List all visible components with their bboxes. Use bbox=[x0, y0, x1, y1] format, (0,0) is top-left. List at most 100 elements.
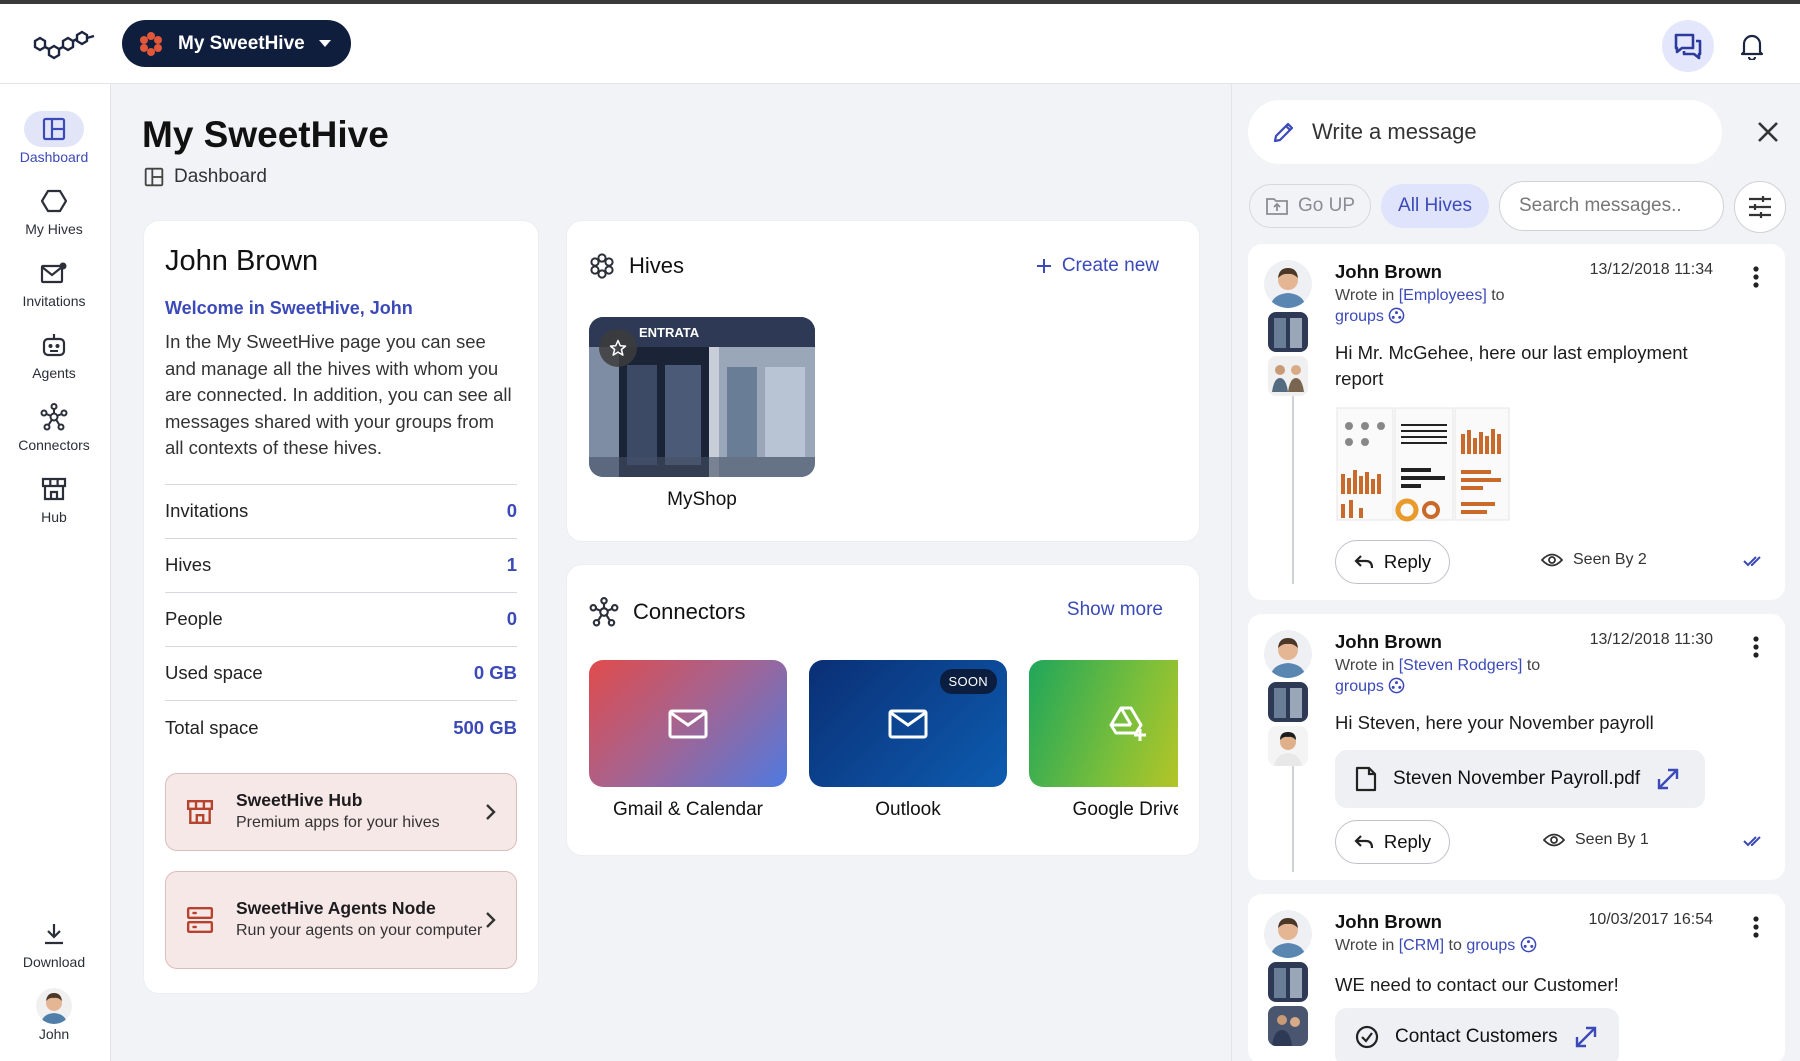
connector-gmail-calendar[interactable] bbox=[589, 660, 787, 787]
profile-card: John Brown Welcome in SweetHive, John In… bbox=[143, 220, 539, 994]
all-hives-label: All Hives bbox=[1398, 195, 1472, 216]
sweethive-agents-node-promo[interactable]: SweetHive Agents Node Run your agents on … bbox=[165, 870, 517, 969]
breadcrumb: Dashboard bbox=[144, 166, 267, 188]
sweethive-logo[interactable] bbox=[28, 26, 100, 62]
message-author[interactable]: John Brown bbox=[1335, 911, 1442, 933]
chevron-right-icon bbox=[486, 911, 496, 928]
download-icon bbox=[24, 916, 84, 952]
reply-button[interactable]: Reply bbox=[1335, 820, 1450, 864]
groups-link[interactable]: groups bbox=[1335, 308, 1384, 325]
reply-label: Reply bbox=[1383, 831, 1432, 852]
nav-item-my-hives[interactable]: My Hives bbox=[0, 183, 108, 237]
hive-switcher-dropdown[interactable]: My SweetHive bbox=[122, 20, 351, 67]
recipient-avatar bbox=[1268, 726, 1308, 766]
author-avatar bbox=[1264, 630, 1312, 678]
double-check-icon bbox=[1743, 836, 1761, 847]
messages-toggle-button[interactable] bbox=[1662, 20, 1714, 72]
nav-item-dashboard[interactable]: Dashboard bbox=[0, 111, 108, 165]
nav-item-invitations[interactable]: Invitations bbox=[0, 255, 108, 309]
file-icon bbox=[1355, 766, 1377, 792]
compose-message-input[interactable]: Write a message bbox=[1248, 100, 1722, 164]
go-up-button[interactable]: Go UP bbox=[1249, 184, 1371, 228]
groups-link[interactable]: groups bbox=[1466, 937, 1515, 954]
seen-by-indicator[interactable]: Seen By 1 bbox=[1543, 831, 1649, 849]
nav-label: Hub bbox=[41, 509, 67, 525]
groups-link[interactable]: groups bbox=[1335, 678, 1384, 695]
nav-item-hub[interactable]: Hub bbox=[0, 471, 108, 525]
connector-google-drive[interactable] bbox=[1029, 660, 1178, 787]
stats-list: Invitations 0 Hives 1 People 0 Used space 0 … bbox=[165, 483, 517, 755]
attachment-task[interactable]: Contact Customers bbox=[1335, 1008, 1619, 1061]
filter-settings-button[interactable] bbox=[1734, 181, 1786, 233]
connectors-header: Connectors bbox=[589, 597, 746, 627]
hive-tile-myshop[interactable]: ENTRATA bbox=[589, 317, 815, 477]
nav-item-agents[interactable]: Agents bbox=[0, 327, 108, 381]
promo-subtitle: Run your agents on your computer bbox=[236, 922, 483, 939]
seen-by-indicator[interactable]: Seen By 2 bbox=[1541, 551, 1647, 569]
context-link[interactable]: [Steven Rodgers] bbox=[1399, 657, 1523, 674]
hexagon-icon bbox=[24, 183, 84, 219]
message-card[interactable]: John Brown 13/12/2018 11:30 Wrote in [St… bbox=[1248, 614, 1785, 880]
mail-icon bbox=[888, 709, 928, 738]
stat-label: Invitations bbox=[165, 500, 249, 521]
wrote-in-text: Wrote in bbox=[1335, 937, 1395, 954]
nav-item-download[interactable]: Download bbox=[0, 916, 108, 970]
dashboard-icon bbox=[144, 167, 164, 187]
double-check-icon bbox=[1743, 556, 1761, 567]
create-hive-button[interactable]: Create new bbox=[1036, 255, 1159, 277]
more-vertical-icon[interactable] bbox=[1753, 266, 1759, 288]
more-vertical-icon[interactable] bbox=[1753, 636, 1759, 658]
close-icon[interactable] bbox=[1754, 118, 1782, 146]
context-link[interactable]: [Employees] bbox=[1399, 287, 1487, 304]
attachment-name: Contact Customers bbox=[1395, 1026, 1558, 1047]
messages-panel: Write a message Go UP All Hives John Bro… bbox=[1231, 84, 1800, 1061]
search-messages-input[interactable] bbox=[1499, 181, 1724, 231]
notifications-button[interactable] bbox=[1726, 20, 1778, 72]
report-thumbnail[interactable] bbox=[1335, 404, 1511, 524]
group-avatar bbox=[1268, 356, 1308, 396]
caret-down-icon bbox=[318, 40, 331, 47]
stat-label: Hives bbox=[165, 554, 212, 575]
hive-avatar bbox=[1268, 312, 1308, 352]
attachment-pdf[interactable]: Steven November Payroll.pdf bbox=[1335, 750, 1705, 808]
nav-label: John bbox=[38, 1026, 70, 1042]
nav-item-connectors[interactable]: Connectors bbox=[0, 399, 108, 453]
to-text: to bbox=[1491, 287, 1505, 304]
connector-outlook[interactable]: SOON bbox=[809, 660, 1007, 787]
message-author[interactable]: John Brown bbox=[1335, 631, 1442, 653]
wrote-in-text: Wrote in bbox=[1335, 657, 1395, 674]
sweethive-hub-promo[interactable]: SweetHive Hub Premium apps for your hives bbox=[165, 772, 517, 851]
mail-icon bbox=[668, 709, 708, 738]
attachment-name: Steven November Payroll.pdf bbox=[1393, 768, 1641, 789]
wrote-in-text: Wrote in bbox=[1335, 287, 1395, 304]
message-card[interactable]: John Brown 10/03/2017 16:54 Wrote in [CR… bbox=[1248, 894, 1785, 1061]
message-card[interactable]: John Brown 13/12/2018 11:34 Wrote in [Em… bbox=[1248, 244, 1785, 600]
message-text: Hi Mr. McGehee, here our last employment… bbox=[1335, 342, 1688, 389]
reply-label: Reply bbox=[1383, 551, 1432, 572]
connector-name: Google Drive bbox=[1072, 799, 1178, 820]
message-context: Wrote in [CRM] to groups bbox=[1335, 935, 1537, 956]
stat-value: 0 GB bbox=[473, 662, 517, 683]
hive-cluster-icon bbox=[140, 31, 162, 56]
all-hives-filter-chip[interactable]: All Hives bbox=[1381, 184, 1489, 228]
message-author[interactable]: John Brown bbox=[1335, 261, 1442, 283]
more-vertical-icon[interactable] bbox=[1753, 916, 1759, 938]
mail-icon bbox=[24, 255, 84, 291]
stat-people[interactable]: People 0 bbox=[165, 593, 517, 647]
open-external-icon[interactable] bbox=[1656, 767, 1680, 791]
show-more-connectors-link[interactable]: Show more bbox=[1067, 599, 1163, 621]
context-link[interactable]: [CRM] bbox=[1399, 937, 1444, 954]
stat-hives[interactable]: Hives 1 bbox=[165, 539, 517, 593]
show-more-label: Show more bbox=[1066, 599, 1163, 620]
favorite-star-icon[interactable] bbox=[599, 329, 637, 367]
promo-title: SweetHive Hub bbox=[236, 790, 363, 810]
message-date: 13/12/2018 11:30 bbox=[1589, 631, 1713, 648]
reply-button[interactable]: Reply bbox=[1335, 540, 1450, 584]
group-icon bbox=[1520, 936, 1537, 953]
stat-invitations[interactable]: Invitations 0 bbox=[165, 485, 517, 539]
breadcrumb-label: Dashboard bbox=[174, 166, 267, 187]
open-external-icon[interactable] bbox=[1574, 1025, 1598, 1049]
hive-name[interactable]: MyShop bbox=[589, 489, 815, 511]
bell-icon bbox=[1740, 34, 1764, 60]
nav-item-user-profile[interactable]: John bbox=[0, 988, 108, 1042]
